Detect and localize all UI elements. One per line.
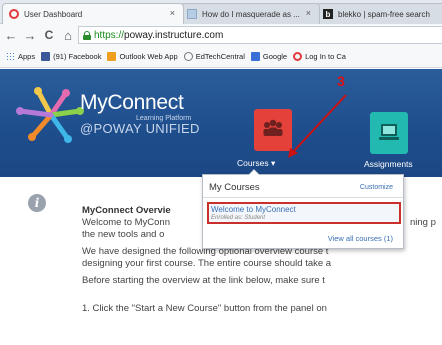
logo-org: @POWAY UNIFIED xyxy=(80,121,200,136)
view-all-courses-link[interactable]: View all courses (1) xyxy=(328,234,393,243)
tab-close-icon[interactable]: × xyxy=(170,8,175,18)
overview-paragraph-line: Before starting the overview at the link… xyxy=(82,275,325,286)
canvas-icon xyxy=(293,52,303,61)
courses-nav-tile[interactable] xyxy=(254,109,292,151)
tab-masquerade-guide[interactable]: How do I masquerade as ... × xyxy=(180,3,320,24)
bookmark-edtechcentral[interactable]: EdTechCentral xyxy=(183,52,245,61)
facebook-icon xyxy=(41,52,51,61)
back-arrow-icon[interactable]: ← xyxy=(3,28,19,43)
assignments-nav-tile[interactable] xyxy=(370,112,408,154)
tab-blekko[interactable]: b blekko | spam-free search xyxy=(316,3,442,24)
forward-arrow-icon[interactable]: → xyxy=(22,28,38,43)
customize-link[interactable]: Customize xyxy=(360,184,393,191)
url-host: poway.instructure.com xyxy=(124,29,224,41)
bookmark-label: Outlook Web App xyxy=(119,52,178,61)
courses-people-icon xyxy=(263,119,283,136)
bookmark-label: Google xyxy=(262,52,288,61)
tab-title: User Dashboard xyxy=(24,9,83,19)
course-item-welcome[interactable]: Welcome to MyConnect Enrolled as: Studen… xyxy=(207,202,401,224)
tab-close-icon[interactable]: × xyxy=(306,8,311,18)
edtech-icon xyxy=(183,52,193,61)
url-field[interactable]: https:// poway.instructure.com xyxy=(78,26,442,44)
overview-text-line: the new tools and o xyxy=(82,229,165,240)
overview-step-line: 1. Click the "Start a New Course" button… xyxy=(82,303,327,314)
bookmark-label: Apps xyxy=(18,52,36,61)
overview-text-line: Welcome to MyConn xyxy=(82,217,170,228)
bookmark-label: (91) Facebook xyxy=(53,52,102,61)
google-icon xyxy=(250,52,260,61)
assignments-nav-label[interactable]: Assignments xyxy=(364,159,413,169)
bookmark-label: EdTechCentral xyxy=(195,52,245,61)
reload-icon[interactable]: C xyxy=(41,28,57,42)
browser-tab-bar: User Dashboard × How do I masquerade as … xyxy=(0,0,442,24)
courses-nav-label[interactable]: Courses ▾ xyxy=(237,158,275,169)
page-favicon-icon xyxy=(187,9,197,19)
bookmark-apps[interactable]: Apps xyxy=(6,52,35,61)
logo-title[interactable]: MyConnect xyxy=(80,91,184,115)
overview-paragraph-line: designing your first course. The entire … xyxy=(82,258,332,269)
bookmark-label: Log In to Ca xyxy=(305,52,346,61)
annotation-step-number: 3 xyxy=(337,73,345,89)
bookmark-google[interactable]: Google xyxy=(250,52,288,61)
site-header: MyConnect Learning Platform @POWAY UNIFI… xyxy=(0,69,442,177)
bookmark-outlook[interactable]: Outlook Web App xyxy=(107,52,178,61)
dropdown-divider xyxy=(203,197,403,198)
overview-title: MyConnect Overvie xyxy=(82,205,171,216)
bookmark-canvas-login[interactable]: Log In to Ca xyxy=(293,52,346,61)
canvas-favicon-icon xyxy=(9,9,19,19)
address-toolbar: ← → C ⌂ https:// poway.instructure.com xyxy=(0,24,442,46)
tab-title: How do I masquerade as ... xyxy=(202,9,300,19)
bookmark-facebook[interactable]: (91) Facebook xyxy=(41,52,101,61)
home-icon[interactable]: ⌂ xyxy=(60,28,76,43)
myconnect-logo-icon[interactable] xyxy=(16,85,86,145)
course-item-title[interactable]: Welcome to MyConnect xyxy=(211,205,296,214)
info-icon: i xyxy=(28,194,46,212)
dropdown-heading: My Courses xyxy=(209,182,260,193)
courses-dropdown: My Courses Customize Welcome to MyConnec… xyxy=(202,169,404,249)
blekko-favicon-icon: b xyxy=(323,9,333,19)
apps-grid-icon xyxy=(6,52,15,61)
url-scheme: https:// xyxy=(94,29,125,41)
course-item-enrollment: Enrolled as: Student xyxy=(211,215,266,221)
outlook-icon xyxy=(107,52,117,61)
overview-text-tail: ning p xyxy=(410,217,436,228)
lock-icon xyxy=(83,30,91,40)
bookmarks-bar: Apps (91) Facebook Outlook Web App EdTec… xyxy=(0,46,442,68)
tab-title: blekko | spam-free search xyxy=(338,9,430,19)
assignments-icon xyxy=(379,124,399,140)
tab-user-dashboard[interactable]: User Dashboard × xyxy=(2,3,184,24)
